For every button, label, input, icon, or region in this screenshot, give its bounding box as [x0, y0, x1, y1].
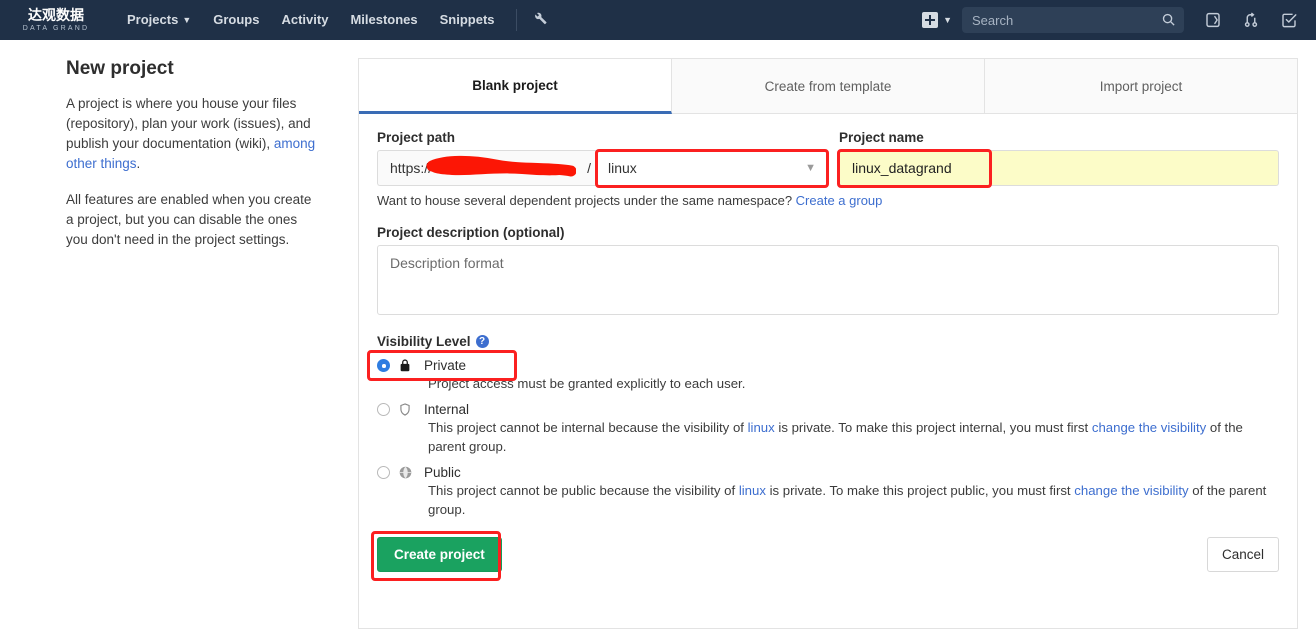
visibility-private-name: Private: [424, 358, 467, 373]
visibility-public-name: Public: [424, 465, 461, 480]
brand-logo[interactable]: 达观数据 DATA GRAND: [8, 9, 104, 32]
wrench-icon: [531, 9, 548, 31]
nav-item-milestones[interactable]: Milestones: [339, 0, 428, 40]
project-path-prefix: https:// /: [377, 150, 595, 186]
form-actions: Create project Cancel: [371, 531, 1279, 586]
visibility-private-description: Project access must be granted explicitl…: [428, 374, 1279, 393]
new-project-form: Project path https:// / linux ▼ Project …: [359, 114, 1297, 628]
public-desc-mid: is private. To make this project public,…: [765, 483, 1075, 498]
page-sidebar: New project A project is where you house…: [18, 58, 358, 629]
public-desc-pre: This project cannot be public because th…: [428, 483, 739, 498]
visibility-internal-name: Internal: [424, 402, 470, 417]
tab-blank-project[interactable]: Blank project: [359, 59, 672, 114]
search-input[interactable]: [970, 11, 1176, 29]
public-namespace-link[interactable]: linux: [739, 483, 766, 498]
public-change-visibility-link[interactable]: change the visibility: [1074, 483, 1188, 498]
project-path-slash: /: [587, 160, 591, 176]
intro-paragraph-2: All features are enabled when you create…: [66, 192, 312, 247]
project-description-group: Project description (optional): [377, 225, 1279, 320]
project-path-label: Project path: [377, 130, 456, 145]
lock-icon: [398, 358, 416, 373]
visibility-internal-row: Internal: [377, 402, 1279, 417]
create-a-group-link[interactable]: Create a group: [796, 193, 883, 208]
chevron-down-icon: ▼: [943, 15, 952, 25]
primary-nav: Projects ▼ Groups Activity Milestones Sni…: [116, 0, 554, 40]
visibility-private-row: Private: [377, 358, 1279, 373]
question-mark-icon[interactable]: ?: [475, 335, 489, 348]
visibility-level-header: Visibility Level ?: [377, 334, 1279, 349]
visibility-internal-description: This project cannot be internal because …: [428, 418, 1279, 456]
brand-logo-cn: 达观数据: [28, 7, 84, 24]
visibility-public-row: Public: [377, 465, 1279, 480]
plus-square-icon: [922, 12, 939, 28]
nav-item-snippets[interactable]: Snippets: [429, 0, 506, 40]
project-type-tabs: Blank project Create from template Impor…: [359, 59, 1297, 114]
admin-area-button[interactable]: [525, 9, 554, 31]
visibility-option-internal[interactable]: Internal This project cannot be internal…: [377, 402, 1279, 456]
nav-item-groups[interactable]: Groups: [202, 0, 270, 40]
issues-icon[interactable]: [1194, 11, 1232, 29]
visibility-option-private[interactable]: Private Project access must be granted e…: [367, 350, 1279, 393]
search-icon: [1161, 12, 1176, 32]
visibility-private-desc-text: Project access must be granted explicitl…: [428, 376, 746, 391]
merge-requests-icon[interactable]: [1232, 11, 1270, 29]
internal-namespace-link[interactable]: linux: [748, 420, 775, 435]
todos-icon[interactable]: [1270, 11, 1308, 29]
cancel-button[interactable]: Cancel: [1206, 537, 1279, 572]
namespace-select[interactable]: linux ▼: [595, 150, 829, 186]
intro-paragraph-1: A project is where you house your files …: [66, 94, 318, 174]
globe-icon: [398, 465, 416, 480]
new-project-panel: Blank project Create from template Impor…: [358, 58, 1298, 629]
project-name-input[interactable]: [839, 150, 1279, 186]
search-box[interactable]: [962, 7, 1184, 33]
project-description-label: Project description (optional): [377, 225, 565, 240]
create-project-button[interactable]: Create project: [377, 537, 502, 572]
radio-public[interactable]: [377, 466, 390, 479]
tab-create-from-template[interactable]: Create from template: [672, 59, 985, 114]
shield-icon: [398, 402, 416, 417]
path-and-name-row: Project path https:// / linux ▼ Project …: [377, 130, 1279, 188]
redaction-scribble: [426, 155, 576, 177]
navbar-right-group: ▼: [920, 7, 1308, 33]
project-description-textarea[interactable]: [377, 245, 1279, 315]
project-name-label: Project name: [839, 130, 924, 145]
page-body: New project A project is where you house…: [0, 40, 1316, 629]
top-navbar: 达观数据 DATA GRAND Projects ▼ Groups Activit…: [0, 0, 1316, 40]
radio-internal[interactable]: [377, 403, 390, 416]
nav-item-projects[interactable]: Projects ▼: [116, 0, 202, 40]
chevron-down-icon: ▼: [805, 162, 816, 174]
brand-logo-en: DATA GRAND: [22, 24, 90, 32]
nav-divider: [515, 9, 517, 31]
radio-private[interactable]: [377, 359, 390, 372]
namespace-hint: Want to house several dependent projects…: [377, 193, 1279, 208]
visibility-option-public[interactable]: Public This project cannot be public bec…: [377, 465, 1279, 519]
project-name-group: Project name: [837, 130, 1279, 188]
internal-desc-mid: is private. To make this project interna…: [774, 420, 1092, 435]
internal-change-visibility-link[interactable]: change the visibility: [1092, 420, 1206, 435]
project-path-group: Project path https:// / linux ▼: [377, 130, 829, 188]
project-path-prefix-text: https://: [390, 160, 433, 176]
namespace-hint-text: Want to house several dependent projects…: [377, 193, 796, 208]
visibility-public-description: This project cannot be public because th…: [428, 481, 1279, 519]
page-title: New project: [66, 58, 174, 79]
new-dropdown-button[interactable]: ▼: [920, 12, 958, 28]
tab-import-project[interactable]: Import project: [985, 59, 1297, 114]
namespace-select-value: linux: [608, 160, 637, 176]
intro-text-1-post: .: [136, 156, 141, 171]
visibility-level-label: Visibility Level: [377, 334, 471, 349]
nav-item-activity[interactable]: Activity: [270, 0, 339, 40]
internal-desc-pre: This project cannot be internal because …: [428, 420, 748, 435]
project-path-control: https:// / linux ▼: [377, 150, 829, 186]
nav-item-projects-label: Projects: [127, 12, 179, 27]
chevron-down-icon: ▼: [182, 15, 192, 25]
